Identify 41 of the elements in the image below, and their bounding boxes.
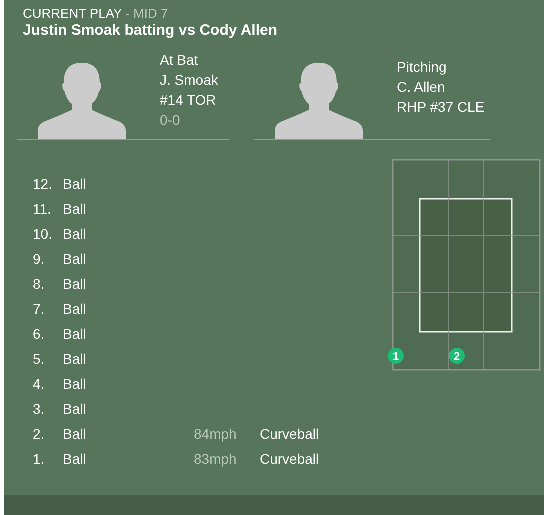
pitch-number: 6. xyxy=(33,326,46,342)
pitch-result: Ball xyxy=(63,276,88,292)
pitch-marker: 1 xyxy=(388,348,404,364)
pitch-number: 8. xyxy=(33,276,46,292)
pitch-type: Curveball xyxy=(260,426,320,442)
player-info-text: Pitching xyxy=(397,58,448,77)
pitch-result: Ball xyxy=(63,300,88,316)
pitch-result: Ball xyxy=(63,250,88,266)
pitch-number: 9. xyxy=(33,250,46,266)
pitch-result: Ball xyxy=(63,376,88,392)
pitch-result: Ball xyxy=(63,426,88,442)
player-info-text: #14 TOR xyxy=(160,91,218,110)
pitch-marker: 2 xyxy=(449,348,465,364)
player-info-text: C. Allen xyxy=(397,78,446,97)
pitch-result: Ball xyxy=(63,450,88,466)
pitch-result: Ball xyxy=(63,350,88,366)
pitch-number: 3. xyxy=(33,400,46,416)
pitch-number: 5. xyxy=(33,350,46,366)
count-text: 0-0 xyxy=(160,111,182,130)
pitch-result: Ball xyxy=(63,326,88,342)
pitch-number: 1. xyxy=(33,450,46,466)
pitch-number: 7. xyxy=(33,300,46,316)
pitch-result: Ball xyxy=(63,400,88,416)
pitch-number: 4. xyxy=(33,376,46,392)
matchup-title: Justin Smoak batting vs Cody Allen xyxy=(23,21,278,41)
pitch-speed: 83mph xyxy=(194,450,238,466)
pitch-speed: 84mph xyxy=(194,426,238,442)
pitch-result: Ball xyxy=(63,176,88,192)
pitch-number: 12. xyxy=(33,176,54,192)
player-silhouette-icon xyxy=(275,63,363,139)
pitch-number: 11. xyxy=(33,200,52,216)
player-info-text: J. Smoak xyxy=(160,71,218,90)
pitch-number: 2. xyxy=(33,426,46,442)
player-info-text: RHP #37 CLE xyxy=(397,98,485,117)
pitch-number: 10. xyxy=(33,226,54,242)
current-play-label: CURRENT PLAY - MID 7 xyxy=(23,6,170,21)
pitch-result: Ball xyxy=(63,200,88,216)
pitch-result: Ball xyxy=(63,226,88,242)
pitch-type: Curveball xyxy=(260,450,320,466)
player-silhouette-icon xyxy=(38,63,126,139)
player-info-text: At Bat xyxy=(160,51,200,70)
